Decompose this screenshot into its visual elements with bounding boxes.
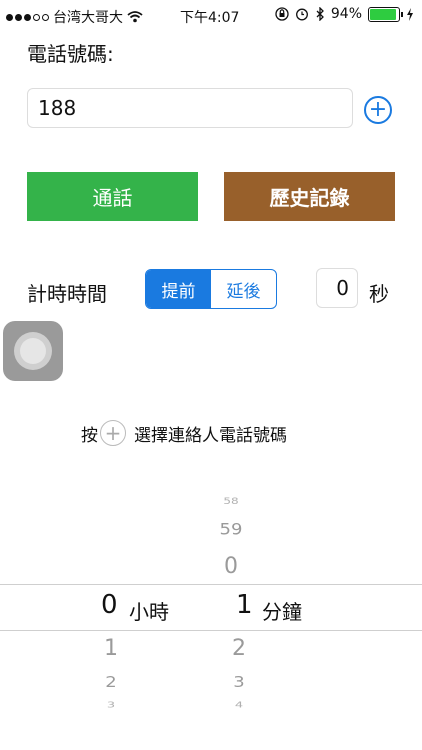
picker-hour-below: 2 [105, 673, 117, 692]
add-contact-button[interactable]: + [364, 96, 392, 124]
status-left: 台湾大哥大 [6, 7, 143, 27]
picker-hour-unit: 小時 [129, 600, 169, 624]
phone-number-input[interactable]: 188 [27, 88, 353, 128]
bottom-area [0, 723, 422, 750]
segment-advance[interactable]: 提前 [146, 270, 211, 308]
call-button[interactable]: 通話 [27, 172, 198, 221]
picker-minute-below: 3 [233, 673, 245, 692]
signal-icon [6, 13, 49, 21]
plus-icon: + [368, 97, 388, 122]
picker-hour-selected: 0 [101, 590, 118, 620]
battery-icon [368, 6, 403, 22]
picker-hour-below: 3 [106, 701, 116, 710]
picker-selection-top-line [0, 584, 422, 585]
orientation-lock-icon [275, 7, 289, 21]
contact-hint: 按 + 選擇連絡人電話號碼 [81, 420, 287, 446]
hint-text: 選擇連絡人電話號碼 [134, 425, 287, 446]
phone-number-value: 188 [38, 96, 77, 120]
wifi-icon [127, 11, 143, 23]
timer-label: 計時時間 [27, 282, 107, 306]
alarm-icon [295, 8, 308, 21]
battery-percent: 94% [330, 6, 362, 22]
picker-minute-above: 59 [219, 520, 243, 539]
seconds-value: 0 [336, 276, 349, 300]
charging-bolt-icon [407, 7, 413, 21]
picker-minute-above: 0 [224, 554, 238, 579]
picker-selection-bottom-line [0, 630, 422, 631]
segment-delay[interactable]: 延後 [211, 270, 276, 308]
hint-prefix: 按 [81, 425, 98, 446]
bluetooth-icon [316, 7, 324, 21]
status-right: 94% [275, 6, 414, 22]
status-bar: 台湾大哥大 下午4:07 94% [0, 0, 422, 30]
picker-minute-below: 2 [232, 636, 246, 661]
history-button[interactable]: 歷史記錄 [224, 172, 395, 221]
picker-minute-unit: 分鐘 [262, 600, 302, 624]
status-time: 下午4:07 [180, 10, 240, 26]
carrier-name: 台湾大哥大 [53, 10, 123, 26]
timing-segmented-control: 提前 延後 [145, 269, 277, 309]
seconds-input[interactable]: 0 [316, 268, 358, 308]
picker-hour-below: 1 [104, 636, 118, 661]
seconds-unit: 秒 [369, 282, 389, 306]
assistive-touch-icon[interactable] [3, 321, 63, 381]
phone-number-label: 電話號碼: [27, 42, 114, 66]
picker-minute-below: 4 [234, 701, 244, 710]
hint-plus-icon: + [100, 420, 126, 446]
picker-minute-above: 58 [223, 495, 239, 507]
picker-minute-selected: 1 [236, 590, 253, 620]
